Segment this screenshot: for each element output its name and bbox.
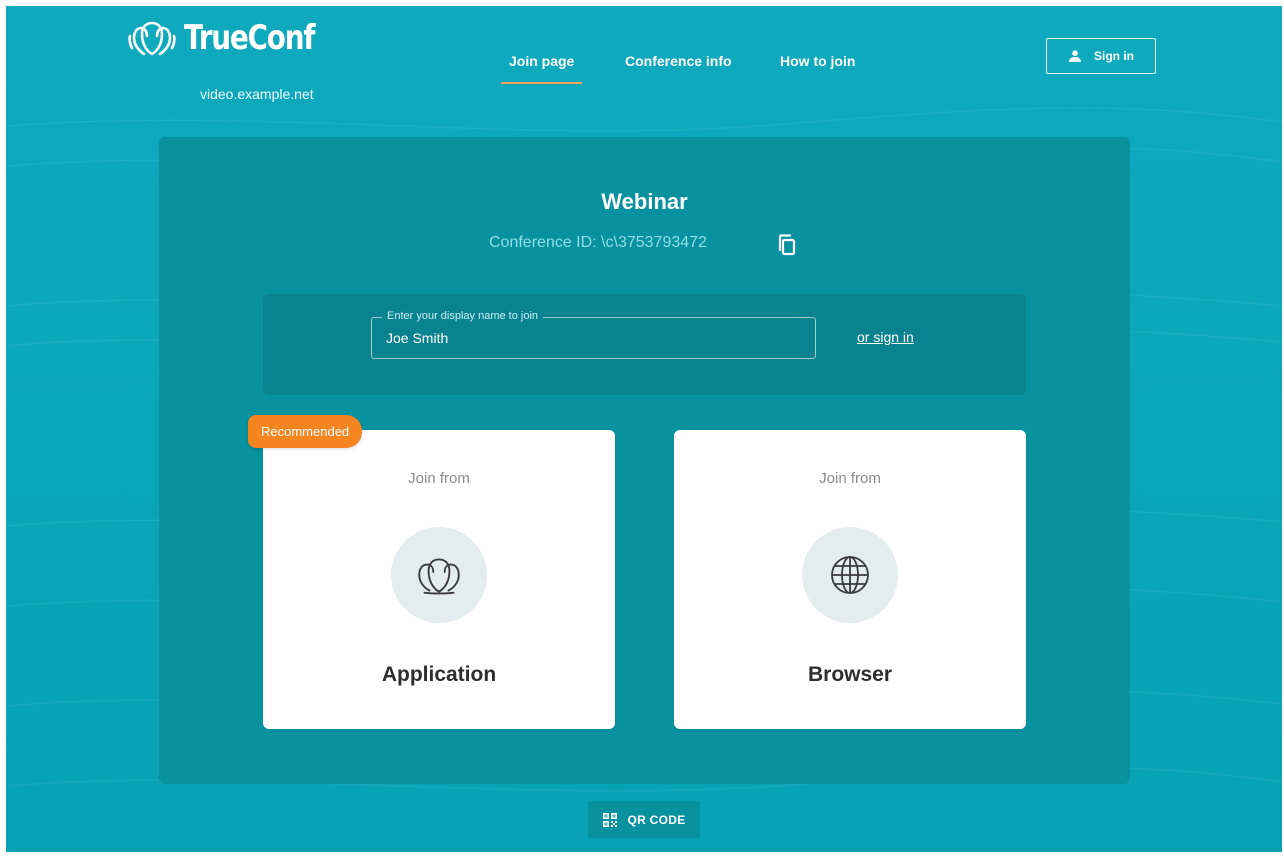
application-icon-circle bbox=[391, 527, 487, 623]
join-page: TrueConf video.example.net Join page Con… bbox=[6, 6, 1282, 852]
nav-item-conference-info[interactable]: Conference info bbox=[625, 53, 732, 69]
display-name-legend: Enter your display name to join bbox=[382, 310, 544, 322]
qr-code-button[interactable]: QR CODE bbox=[588, 801, 700, 838]
display-name-box: Enter your display name to join or sign … bbox=[263, 294, 1026, 395]
qr-code-label: QR CODE bbox=[627, 812, 686, 827]
recommended-badge: Recommended bbox=[248, 415, 363, 448]
qr-code-icon bbox=[603, 812, 618, 827]
browser-icon-circle bbox=[802, 527, 898, 623]
globe-icon bbox=[831, 556, 869, 594]
sign-in-button[interactable]: Sign in bbox=[1046, 38, 1156, 74]
display-name-input[interactable] bbox=[386, 330, 786, 346]
users-group-icon bbox=[128, 21, 176, 56]
conference-panel: Webinar Conference ID: \c\3753793472 Ent… bbox=[159, 137, 1130, 784]
brand-name: TrueConf bbox=[184, 18, 315, 58]
join-from-application-card[interactable]: Join from Application bbox=[263, 430, 615, 729]
brand-logo[interactable]: TrueConf bbox=[128, 20, 343, 56]
join-from-browser-card[interactable]: Join from Browser bbox=[674, 430, 1026, 729]
card-title-browser: Browser bbox=[807, 663, 893, 686]
nav-item-how-to-join[interactable]: How to join bbox=[780, 53, 855, 69]
card-pre-label: Join from bbox=[408, 470, 470, 487]
card-pre-label: Join from bbox=[819, 470, 881, 487]
copy-icon[interactable] bbox=[777, 233, 797, 262]
user-icon bbox=[1069, 50, 1081, 62]
conference-title: Webinar bbox=[601, 189, 688, 214]
display-name-field[interactable]: Enter your display name to join bbox=[371, 310, 816, 359]
conference-id: Conference ID: \c\3753793472 bbox=[489, 234, 707, 251]
or-sign-in-link[interactable]: or sign in bbox=[857, 329, 914, 345]
card-title-application: Application bbox=[381, 663, 497, 686]
nav-item-join-page[interactable]: Join page bbox=[500, 53, 583, 84]
users-group-icon bbox=[418, 558, 460, 595]
sign-in-label: Sign in bbox=[1094, 49, 1134, 63]
server-name: video.example.net bbox=[200, 86, 314, 102]
